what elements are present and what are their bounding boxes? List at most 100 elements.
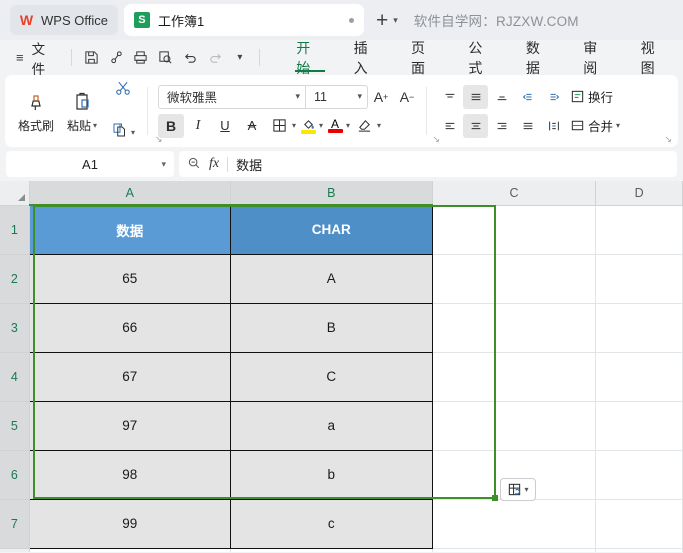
cell-b5[interactable]: a <box>230 401 433 451</box>
increase-indent-button[interactable] <box>541 85 566 109</box>
row-header-7[interactable]: 7 <box>0 499 30 549</box>
cell-d2[interactable] <box>595 254 683 304</box>
align-bottom-button[interactable] <box>489 85 514 109</box>
tab-view[interactable]: 视图 <box>626 40 683 76</box>
cell-b2[interactable]: A <box>230 254 433 304</box>
tab-start[interactable]: 开始 <box>281 40 338 76</box>
cell-a3[interactable]: 66 <box>29 303 231 353</box>
copy-icon[interactable] <box>111 121 129 144</box>
search-minus-icon[interactable] <box>187 156 201 173</box>
cell-b4[interactable]: C <box>230 352 433 402</box>
cell-c3[interactable] <box>432 303 597 353</box>
cell-c5[interactable] <box>432 401 597 451</box>
distributed-align-button[interactable] <box>541 114 566 138</box>
share-icon[interactable] <box>104 47 129 69</box>
underline-button[interactable]: U <box>212 114 238 138</box>
paste-chevron-down-icon[interactable]: ▾ <box>93 121 97 130</box>
row-header-5[interactable]: 5 <box>0 401 30 451</box>
cell-c8[interactable] <box>432 548 597 552</box>
cell-b7[interactable]: c <box>230 499 433 549</box>
merge-chevron-down-icon[interactable]: ▾ <box>616 121 620 130</box>
shrink-font-button[interactable]: A − <box>394 85 420 109</box>
tab-insert[interactable]: 插入 <box>339 40 396 76</box>
align-right-button[interactable] <box>489 114 514 138</box>
cell-c7[interactable] <box>432 499 597 549</box>
paste-button[interactable]: 粘贴 ▾ <box>59 80 105 142</box>
name-box-chevron-down-icon[interactable]: ▾ <box>161 159 166 170</box>
borders-chevron-down-icon[interactable]: ▾ <box>292 121 296 130</box>
clear-format-button[interactable] <box>351 114 377 138</box>
new-tab-plus-icon[interactable]: + <box>373 10 391 31</box>
font-color-button[interactable]: A <box>324 114 346 138</box>
cell-a2[interactable]: 65 <box>29 254 231 304</box>
cut-icon[interactable] <box>113 78 133 103</box>
row-header-4[interactable]: 4 <box>0 352 30 402</box>
tab-review[interactable]: 审阅 <box>568 40 625 76</box>
cell-b1[interactable]: CHAR <box>230 205 433 255</box>
cell-d8[interactable] <box>595 548 683 552</box>
select-all-corner[interactable] <box>0 181 30 206</box>
paste-options-chevron-down-icon[interactable]: ▾ <box>524 485 528 494</box>
row-header-3[interactable]: 3 <box>0 303 30 353</box>
new-tab-chevron-down-icon[interactable]: ▾ <box>393 15 398 26</box>
cell-d5[interactable] <box>595 401 683 451</box>
clipboard-dialog-launcher[interactable]: ↘ <box>155 134 163 145</box>
grow-font-button[interactable]: A + <box>368 85 394 109</box>
copy-chevron-down-icon[interactable]: ▾ <box>131 128 135 137</box>
column-header-b[interactable]: B <box>230 181 433 206</box>
formula-input[interactable]: fx 数据 <box>179 151 677 177</box>
italic-button[interactable]: I <box>185 114 211 138</box>
alignment-dialog-launcher[interactable]: ↘ <box>664 134 672 145</box>
fill-color-button[interactable] <box>297 114 319 138</box>
align-left-button[interactable] <box>437 114 462 138</box>
tab-page[interactable]: 页面 <box>396 40 453 76</box>
cell-a4[interactable]: 67 <box>29 352 231 402</box>
cell-b6[interactable]: b <box>230 450 433 500</box>
cell-b8[interactable] <box>230 548 433 552</box>
row-header-6[interactable]: 6 <box>0 450 30 500</box>
wrap-text-button[interactable]: 换行 <box>567 85 613 109</box>
font-size-select[interactable]: 11 ▾ <box>306 84 368 109</box>
font-name-select[interactable]: 微软雅黑 ▾ <box>158 84 306 109</box>
justify-button[interactable] <box>515 114 540 138</box>
cell-a1[interactable]: 数据 <box>29 205 231 255</box>
customize-chevron-icon[interactable]: ▾ <box>228 47 253 69</box>
decrease-indent-button[interactable] <box>515 85 540 109</box>
cell-a5[interactable]: 97 <box>29 401 231 451</box>
cell-c1[interactable] <box>432 205 597 255</box>
print-preview-icon[interactable] <box>153 47 178 69</box>
new-tab-group[interactable]: + ▾ <box>373 10 398 31</box>
cell-d1[interactable] <box>595 205 683 255</box>
file-menu-button[interactable]: ≡ 文件 <box>10 38 64 78</box>
cell-a7[interactable]: 99 <box>29 499 231 549</box>
cell-a8[interactable] <box>29 548 231 552</box>
clear-format-chevron-down-icon[interactable]: ▾ <box>377 121 381 130</box>
undo-icon[interactable] <box>178 47 203 69</box>
tab-formula[interactable]: 公式 <box>453 40 510 76</box>
cell-d7[interactable] <box>595 499 683 549</box>
align-center-button[interactable] <box>463 113 488 138</box>
align-middle-button[interactable] <box>463 84 488 109</box>
cell-d6[interactable] <box>595 450 683 500</box>
tab-data[interactable]: 数据 <box>511 40 568 76</box>
print-icon[interactable] <box>129 47 154 69</box>
paste-options-button[interactable]: ▾ <box>500 478 536 501</box>
cell-d4[interactable] <box>595 352 683 402</box>
wps-office-brand-button[interactable]: W WPS Office <box>10 5 118 35</box>
column-header-c[interactable]: C <box>432 181 597 206</box>
column-header-d[interactable]: D <box>595 181 683 206</box>
align-top-button[interactable] <box>437 85 462 109</box>
row-header-2[interactable]: 2 <box>0 254 30 304</box>
row-header-8[interactable]: 8 <box>0 548 30 552</box>
save-icon[interactable] <box>79 47 104 69</box>
fx-icon[interactable]: fx <box>209 156 219 172</box>
cell-a6[interactable]: 98 <box>29 450 231 500</box>
cell-d3[interactable] <box>595 303 683 353</box>
name-box[interactable]: A1 ▾ <box>6 151 174 177</box>
cell-c4[interactable] <box>432 352 597 402</box>
redo-icon[interactable] <box>203 47 228 69</box>
font-size-chevron-down-icon[interactable]: ▾ <box>357 91 362 102</box>
font-dialog-launcher[interactable]: ↘ <box>432 134 440 145</box>
font-name-chevron-down-icon[interactable]: ▾ <box>295 91 300 102</box>
font-color-chevron-down-icon[interactable]: ▾ <box>346 121 350 130</box>
